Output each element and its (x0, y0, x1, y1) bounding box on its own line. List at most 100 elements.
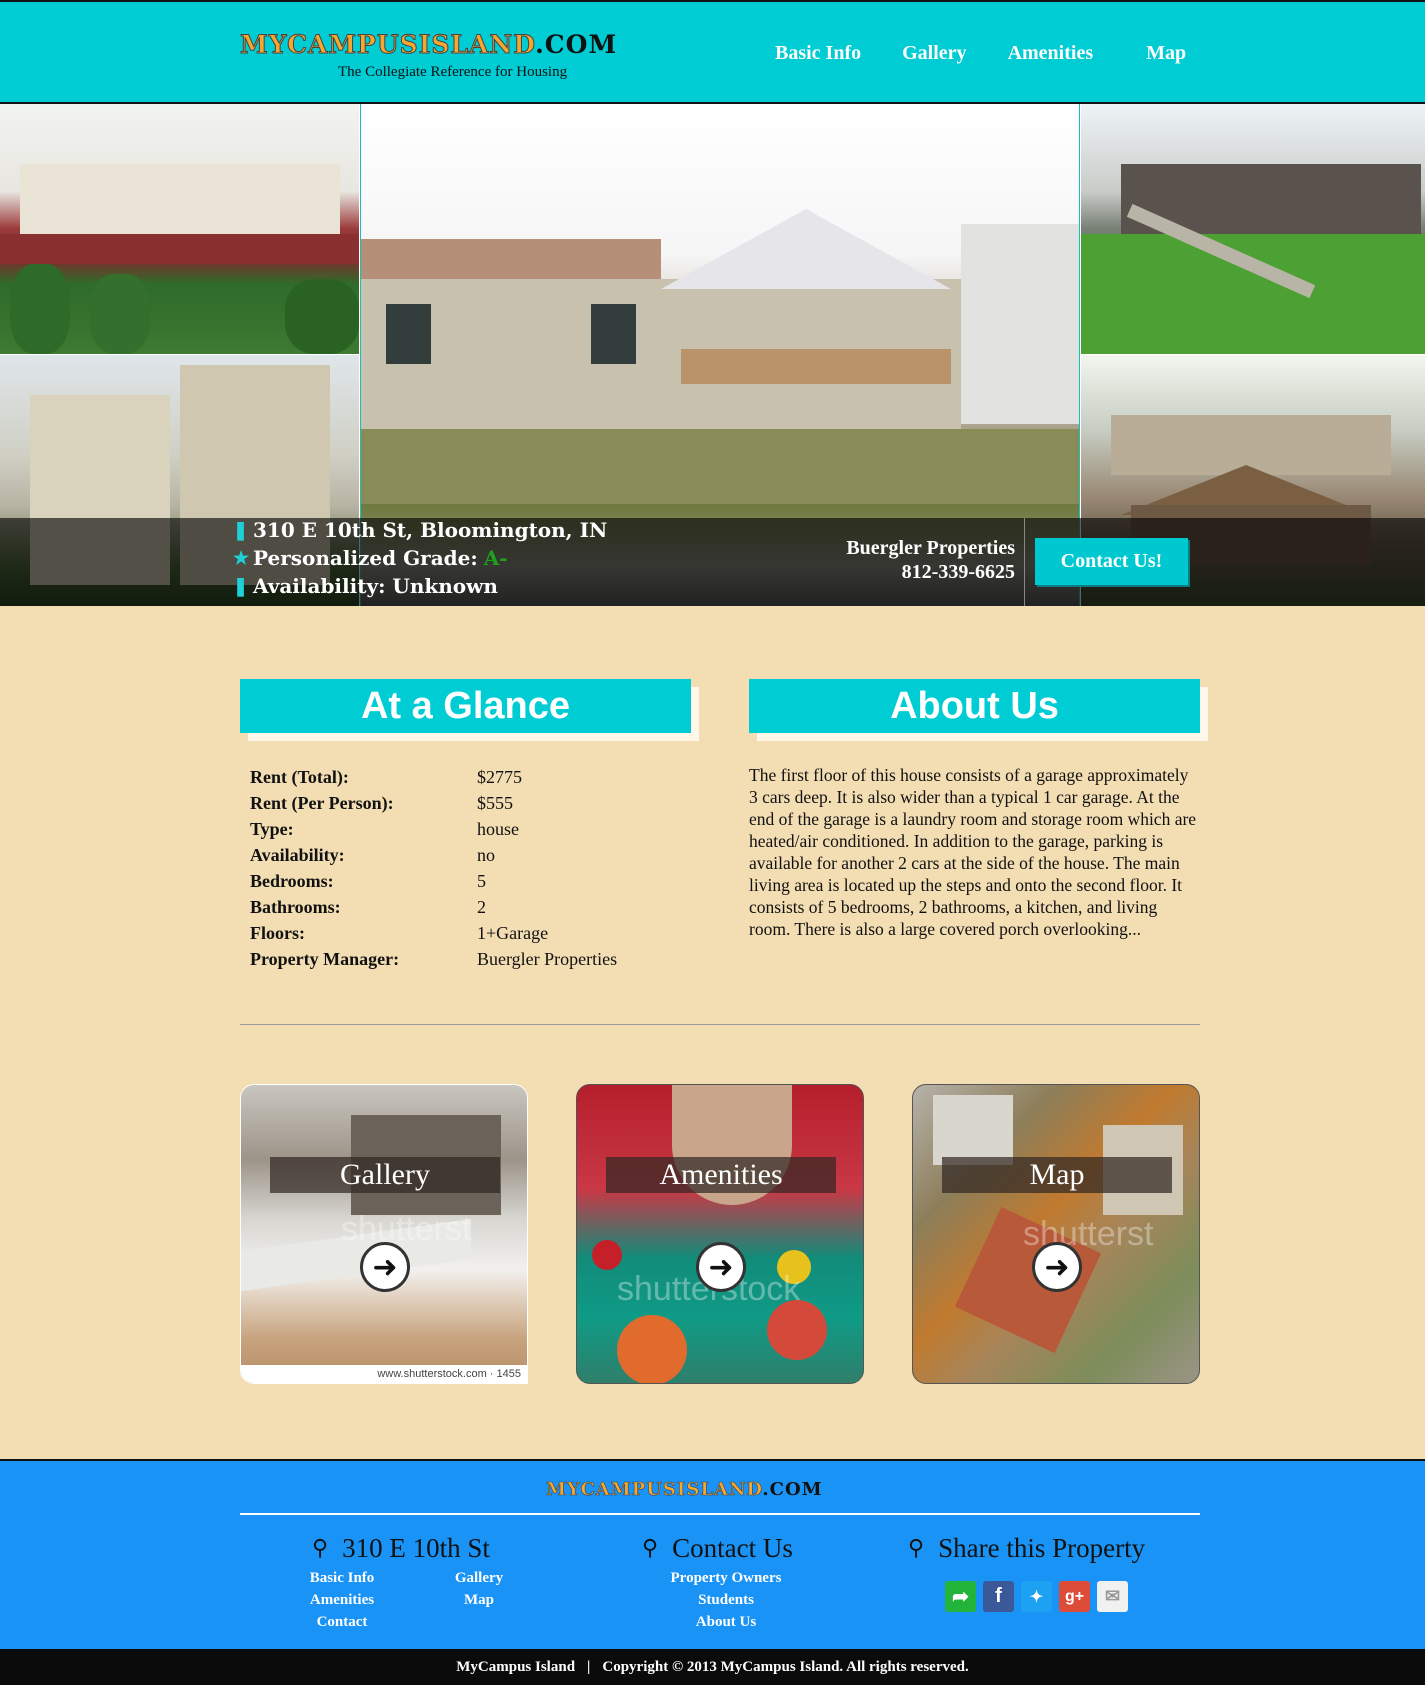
map-pin-icon: ❚ (233, 519, 249, 541)
site-logo[interactable]: MYCAMPUSISLAND.COM (239, 30, 618, 60)
footer-rule (240, 1513, 1200, 1515)
logo-suffix-text: .COM (535, 30, 618, 59)
amenities-card[interactable]: shutterstock Amenities ➜ (576, 1084, 864, 1384)
magnifier-icon: ⚲ (642, 1536, 659, 1561)
glance-value: no (477, 845, 495, 865)
glance-label: Rent (Total): (250, 767, 349, 787)
email-icon[interactable]: ✉ (1097, 1581, 1128, 1612)
footer-link-gallery[interactable]: Gallery (440, 1570, 518, 1587)
site-footer: MYCAMPUSISLAND.COM ⚲ 310 E 10th St Basic… (0, 1459, 1425, 1649)
glance-row: Type: house (250, 816, 617, 842)
hero-address: ❚ 310 E 10th St, Bloomington, IN (233, 518, 607, 542)
address-text: 310 E 10th St, Bloomington, IN (253, 518, 608, 542)
glance-label: Availability: (250, 845, 345, 865)
copyright-bar: MyCampus Island | Copyright © 2013 MyCam… (0, 1649, 1425, 1685)
ball (767, 1300, 827, 1360)
glance-label: Property Manager: (250, 949, 400, 969)
glance-value: 1+Garage (477, 923, 549, 943)
glance-value: house (477, 819, 519, 839)
glance-row: Property Manager: Buergler Properties (250, 946, 617, 972)
section-divider (240, 1024, 1200, 1025)
hero-banner: ❚ 310 E 10th St, Bloomington, IN ★ Perso… (0, 104, 1425, 606)
footer-col-share-title: Share this Property (938, 1533, 1146, 1563)
footer-link-contact[interactable]: Contact (300, 1614, 384, 1631)
glance-value: $2775 (477, 767, 522, 787)
glance-label: Floors: (250, 923, 305, 943)
gallery-card[interactable]: shutterst Gallery ➜ www.shutterstock.com… (240, 1084, 528, 1384)
about-us-heading: About Us (749, 679, 1200, 733)
nav-map[interactable]: Map (1146, 42, 1186, 65)
share-icon[interactable]: ➦ (945, 1581, 976, 1612)
footer-logo[interactable]: MYCAMPUSISLAND.COM (546, 1479, 823, 1501)
glance-value: Buergler Properties (477, 949, 618, 969)
glance-value: 2 (477, 897, 486, 917)
footer-logo-suffix: .COM (762, 1479, 823, 1500)
footer-col-address-title: 310 E 10th St (342, 1533, 490, 1563)
glance-value: $555 (477, 793, 513, 813)
glance-label: Bathrooms: (250, 897, 341, 917)
ball (592, 1240, 622, 1270)
bottom-site-name[interactable]: MyCampus Island (456, 1659, 575, 1676)
grade-label: Personalized Grade: (253, 546, 478, 570)
manager-info: Buergler Properties 812-339-6625 (800, 536, 1015, 584)
card-label-map: Map (942, 1157, 1172, 1193)
facebook-icon[interactable]: f (983, 1581, 1014, 1612)
footer-link-amenities[interactable]: Amenities (300, 1592, 384, 1609)
about-us-text: The first floor of this house consists o… (749, 765, 1197, 939)
glance-row: Rent (Per Person): $555 (250, 790, 617, 816)
google-plus-icon[interactable]: g+ (1059, 1581, 1090, 1612)
manager-name: Buergler Properties (846, 537, 1015, 559)
at-a-glance-table: Rent (Total): $2775 Rent (Per Person): $55… (250, 764, 617, 972)
card-caption: www.shutterstock.com · 1455 (241, 1365, 527, 1383)
bottom-separator: | (587, 1658, 591, 1675)
share-icons: ➦ f ✦ g+ ✉ (945, 1581, 1128, 1612)
arrow-right-icon[interactable]: ➜ (360, 1242, 410, 1292)
main-nav: Basic Info Gallery Amenities Map (775, 42, 1227, 65)
footer-col-address: ⚲ 310 E 10th St (312, 1533, 490, 1564)
availability-text: Availability: Unknown (253, 574, 498, 598)
ball (617, 1315, 687, 1383)
map-card[interactable]: shutterst Map ➜ (912, 1084, 1200, 1384)
glance-label: Rent (Per Person): (250, 793, 394, 813)
manager-phone[interactable]: 812-339-6625 (800, 560, 1015, 584)
footer-link-basic-info[interactable]: Basic Info (300, 1570, 384, 1587)
footer-col-share: ⚲ Share this Property (908, 1533, 1145, 1564)
footer-link-map[interactable]: Map (440, 1592, 518, 1609)
glance-label: Bedrooms: (250, 871, 334, 891)
arrow-right-icon[interactable]: ➜ (696, 1242, 746, 1292)
footer-link-property-owners[interactable]: Property Owners (650, 1570, 802, 1587)
nav-basic-info[interactable]: Basic Info (775, 42, 861, 65)
nav-amenities[interactable]: Amenities (1008, 42, 1094, 65)
card-label-amenities: Amenities (606, 1157, 836, 1193)
photo-porch[interactable] (0, 104, 359, 354)
card-label-gallery: Gallery (270, 1157, 500, 1193)
footer-logo-main: MYCAMPUSISLAND (546, 1479, 763, 1501)
at-a-glance-heading: At a Glance (240, 679, 691, 733)
arrow-right-icon[interactable]: ➜ (1032, 1242, 1082, 1292)
magnifier-icon: ⚲ (908, 1536, 925, 1561)
glance-row: Floors: 1+Garage (250, 920, 617, 946)
star-icon: ★ (233, 547, 250, 569)
footer-link-students[interactable]: Students (650, 1592, 802, 1609)
glance-label: Type: (250, 819, 294, 839)
grade-value: A- (483, 546, 508, 570)
twitter-icon[interactable]: ✦ (1021, 1581, 1052, 1612)
contact-us-button[interactable]: Contact Us! (1035, 538, 1188, 585)
copyright-text: Copyright © 2013 MyCampus Island. All ri… (602, 1658, 969, 1675)
hero-info-overlay (0, 518, 1425, 606)
hero-divider (1024, 518, 1025, 606)
aerial-building (933, 1095, 1013, 1165)
magnifier-icon: ⚲ (312, 1536, 329, 1561)
site-tagline: The Collegiate Reference for Housing (338, 64, 568, 80)
watermark-text: shutterst (341, 1210, 472, 1248)
nav-gallery[interactable]: Gallery (902, 42, 966, 65)
glance-value: 5 (477, 871, 486, 891)
footer-col-contact-title: Contact Us (672, 1533, 793, 1563)
logo-main-text: MYCAMPUSISLAND (239, 30, 536, 60)
hero-availability: ❚ Availability: Unknown (233, 574, 498, 598)
glance-row: Bedrooms: 5 (250, 868, 617, 894)
photo-campus-lawn[interactable] (1081, 104, 1425, 354)
glance-row: Rent (Total): $2775 (250, 764, 617, 790)
footer-link-about-us[interactable]: About Us (650, 1614, 802, 1631)
pin-icon: ❚ (233, 575, 249, 597)
